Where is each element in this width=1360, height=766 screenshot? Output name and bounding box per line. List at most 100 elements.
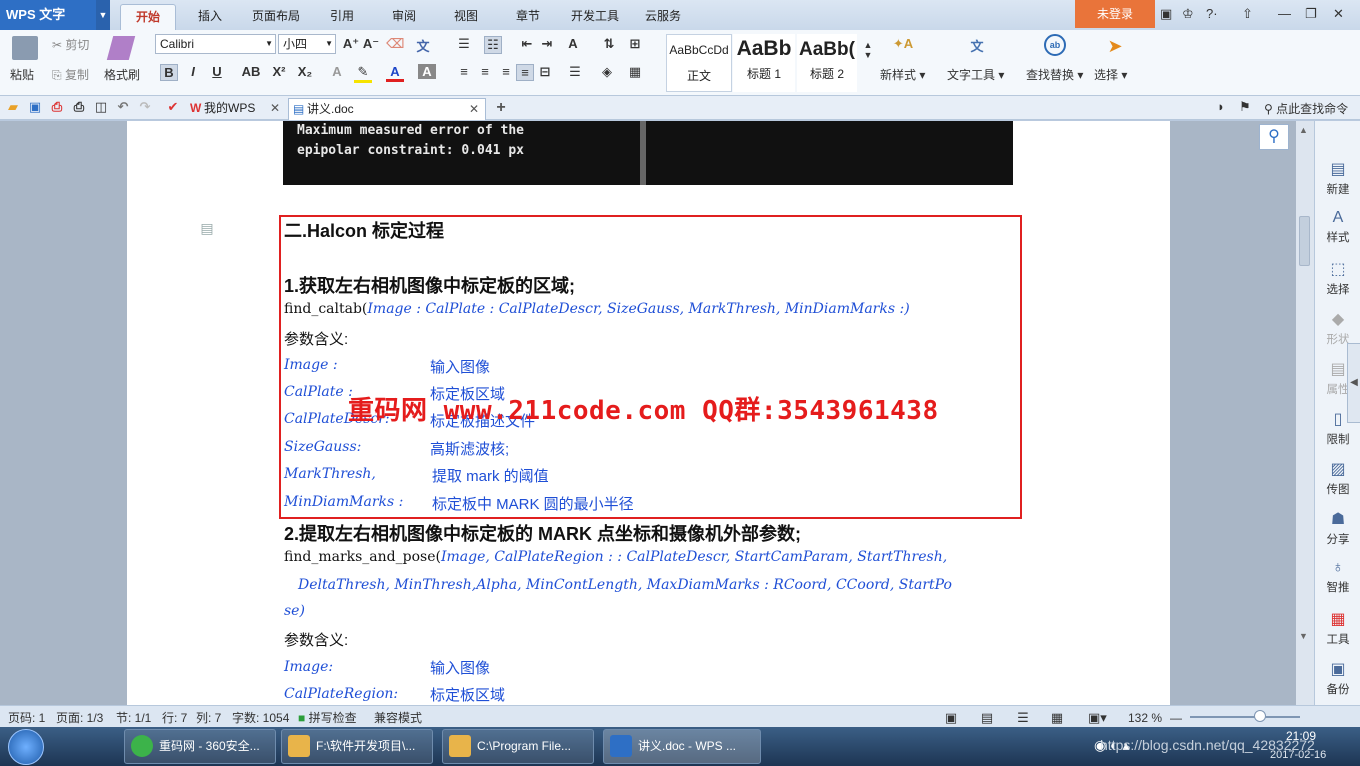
- clock-time[interactable]: 21:09: [1286, 729, 1316, 743]
- tab-page-layout[interactable]: 页面布局: [244, 4, 308, 30]
- shirt-icon[interactable]: ♔: [1182, 6, 1194, 22]
- strikethrough-icon[interactable]: AB: [238, 64, 264, 79]
- save-icon[interactable]: ▣: [26, 99, 44, 115]
- outline-view-icon[interactable]: ☰: [1014, 708, 1032, 728]
- bullet-list-icon[interactable]: ☰: [455, 36, 473, 52]
- print-icon[interactable]: ⎙: [70, 99, 88, 115]
- doc-action-icon[interactable]: ◗: [1212, 99, 1230, 114]
- italic-icon[interactable]: I: [184, 64, 202, 79]
- redo-icon[interactable]: ↷: [136, 99, 154, 115]
- app-menu-button[interactable]: WPS 文字 ▼: [0, 0, 110, 30]
- flag-icon[interactable]: ⚑: [1236, 99, 1254, 115]
- char-shading-icon[interactable]: A: [418, 64, 436, 79]
- sidebar-item-select[interactable]: ⬚ 选择: [1319, 259, 1357, 297]
- new-style-button[interactable]: 新样式 ▾: [880, 66, 925, 83]
- close-tab-icon[interactable]: ✕: [469, 99, 479, 119]
- sidebar-item-upload-image[interactable]: ▨ 传图: [1319, 459, 1357, 497]
- paragraph-marker-icon[interactable]: ▤: [198, 220, 216, 237]
- taskbar-item-wps[interactable]: 讲义.doc - WPS ...: [603, 729, 761, 764]
- grow-font-icon[interactable]: A⁺: [342, 36, 360, 52]
- tab-review[interactable]: 审阅: [382, 4, 426, 30]
- new-style-icon[interactable]: ✦A: [892, 36, 914, 52]
- tab-references[interactable]: 引用: [320, 4, 364, 30]
- line-spacing-icon[interactable]: ☰: [566, 64, 584, 80]
- restore-icon[interactable]: ❐: [1305, 6, 1317, 22]
- sidebar-item-share[interactable]: ☗ 分享: [1319, 509, 1357, 547]
- paste-icon[interactable]: [12, 36, 38, 60]
- style-heading2[interactable]: AaBb( 标题 2: [797, 34, 857, 92]
- tab-document[interactable]: ▤ 讲义.doc ✕: [288, 98, 486, 120]
- tab-chapter[interactable]: 章节: [506, 4, 550, 30]
- vertical-scrollbar[interactable]: ▲ ▼: [1296, 121, 1314, 705]
- copy-button[interactable]: ⎘ 复制: [52, 66, 89, 83]
- increase-indent-icon[interactable]: ⇥: [538, 36, 556, 52]
- tab-view[interactable]: 视图: [444, 4, 488, 30]
- style-normal[interactable]: AaBbCcDd 正文: [666, 34, 732, 92]
- zoom-slider-handle[interactable]: [1254, 710, 1266, 722]
- new-tab-icon[interactable]: +: [492, 99, 510, 117]
- style-heading1[interactable]: AaBb 标题 1: [733, 34, 795, 92]
- collapse-sidebar-icon[interactable]: ◀: [1347, 343, 1360, 423]
- taskbar-item-folder1[interactable]: F:\软件开发项目\...: [281, 729, 433, 764]
- scroll-up-icon[interactable]: ▲: [1299, 125, 1308, 135]
- location-pin-icon[interactable]: ⚲: [1259, 124, 1289, 150]
- font-family-select[interactable]: Calibri ▼: [155, 34, 276, 54]
- skin-icon[interactable]: ▣: [1160, 6, 1172, 22]
- find-replace-button[interactable]: 查找替换 ▾: [1026, 66, 1083, 83]
- style-scroll-icon[interactable]: ▲ ▼: [859, 40, 877, 60]
- help-icon[interactable]: ?·: [1206, 6, 1218, 21]
- start-button[interactable]: [8, 729, 44, 765]
- numbered-list-icon[interactable]: ☷: [484, 36, 502, 54]
- taskbar-item-browser[interactable]: 重码网 - 360安全...: [124, 729, 276, 764]
- print-preview-icon[interactable]: ◫: [92, 99, 110, 115]
- text-tools-button[interactable]: 文字工具 ▾: [947, 66, 1004, 83]
- font-color-icon[interactable]: A: [386, 64, 404, 82]
- text-tools-icon[interactable]: 文: [966, 36, 988, 55]
- format-painter-button[interactable]: 格式刷: [104, 66, 140, 83]
- close-icon[interactable]: ✕: [1333, 6, 1344, 22]
- format-painter-icon[interactable]: [106, 36, 136, 60]
- bold-icon[interactable]: B: [160, 64, 178, 81]
- tab-my-wps[interactable]: W 我的WPS ✕: [186, 98, 286, 120]
- shading-icon[interactable]: ◈: [598, 64, 616, 80]
- highlight-icon[interactable]: ✎: [354, 64, 372, 83]
- zoom-slider[interactable]: [1190, 716, 1300, 718]
- sidebar-item-recommend[interactable]: ♁ 智推: [1319, 559, 1357, 595]
- command-search[interactable]: ⚲ 点此查找命令: [1264, 100, 1348, 117]
- page-view-icon[interactable]: ▤: [978, 708, 996, 728]
- sidebar-item-tools[interactable]: ▦ 工具: [1319, 609, 1357, 647]
- align-justify-icon[interactable]: ≡: [516, 64, 534, 81]
- web-view-icon[interactable]: ▦: [1048, 708, 1066, 728]
- scroll-down-icon[interactable]: ▼: [1299, 631, 1308, 641]
- chevron-down-icon[interactable]: ▼: [96, 0, 110, 30]
- zoom-level[interactable]: 132 %: [1128, 708, 1162, 728]
- shrink-font-icon[interactable]: A⁻: [362, 36, 380, 52]
- select-button[interactable]: 选择 ▾: [1094, 66, 1127, 83]
- spell-check-toggle[interactable]: ■ 拼写检查: [298, 708, 357, 728]
- taskbar-item-folder2[interactable]: C:\Program File...: [442, 729, 594, 764]
- align-center-icon[interactable]: ≡: [476, 64, 494, 79]
- decrease-indent-icon[interactable]: ⇤: [518, 36, 536, 52]
- reading-view-icon[interactable]: ▣▾: [1088, 708, 1107, 728]
- tab-home[interactable]: 开始: [120, 4, 176, 30]
- underline-icon[interactable]: U: [208, 64, 226, 79]
- sort-icon[interactable]: ⇅: [600, 36, 618, 52]
- font-size-select[interactable]: 小四 ▼: [278, 34, 336, 54]
- clear-format-icon[interactable]: ⌫: [386, 36, 404, 52]
- sidebar-item-new[interactable]: ▤ 新建: [1319, 159, 1357, 197]
- scroll-thumb[interactable]: [1299, 216, 1310, 266]
- superscript-icon[interactable]: X²: [270, 64, 288, 79]
- cut-button[interactable]: ✂ 剪切: [52, 36, 89, 53]
- subscript-icon[interactable]: X₂: [296, 64, 314, 79]
- align-left-icon[interactable]: ≡: [455, 64, 473, 79]
- pdf-icon[interactable]: ⎙: [48, 99, 66, 115]
- upload-icon[interactable]: ⇧: [1242, 6, 1253, 22]
- minimize-icon[interactable]: —: [1278, 6, 1291, 21]
- sidebar-item-backup[interactable]: ▣ 备份: [1319, 659, 1357, 697]
- tab-cloud[interactable]: 云服务: [638, 4, 688, 30]
- embedded-image[interactable]: Maximum measured error of the epipolar c…: [283, 121, 1013, 185]
- paste-button[interactable]: 粘贴: [10, 66, 34, 83]
- undo-icon[interactable]: ↶: [114, 99, 132, 115]
- tab-developer[interactable]: 开发工具: [566, 4, 624, 30]
- zoom-out-icon[interactable]: —: [1170, 708, 1182, 728]
